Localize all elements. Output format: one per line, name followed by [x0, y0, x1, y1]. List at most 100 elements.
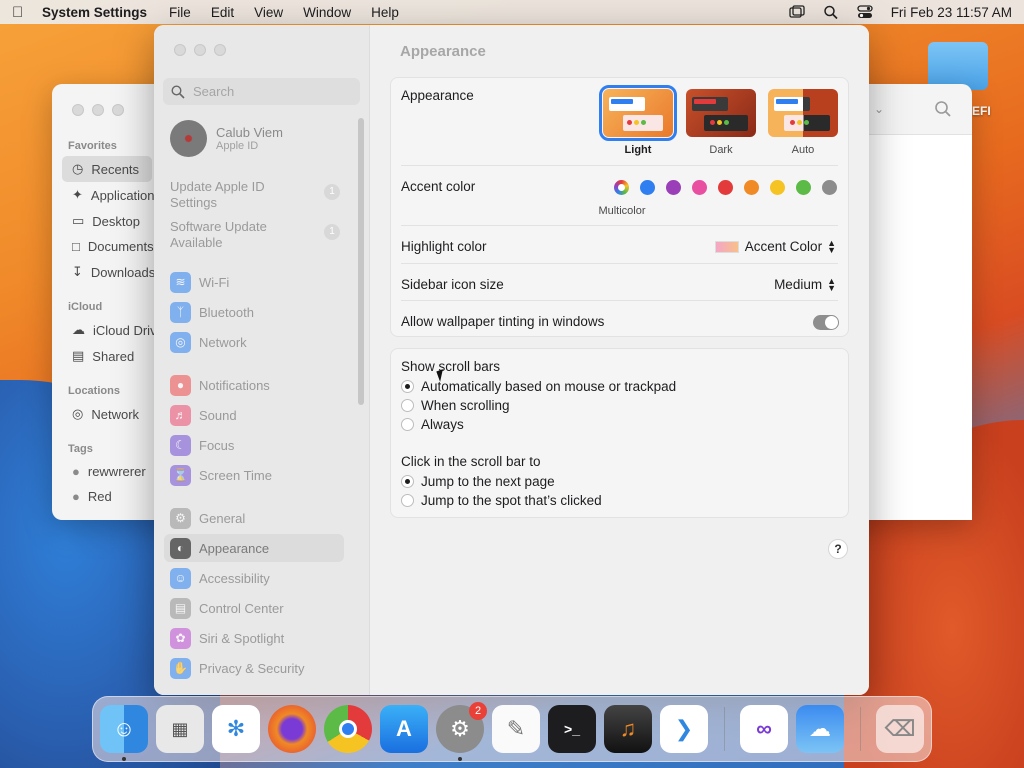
accent-pink-swatch[interactable]	[692, 180, 707, 195]
scroll-option-when-scrolling[interactable]: When scrolling	[401, 398, 838, 413]
finder-item-documents[interactable]: □ Documents	[52, 234, 162, 259]
radio-selected[interactable]	[401, 380, 414, 393]
menu-help[interactable]: Help	[371, 5, 399, 20]
software-update-item[interactable]: Software Update Available 1	[170, 219, 340, 251]
weather-dock-icon[interactable]: ☁	[796, 705, 844, 753]
finder-item-applications[interactable]: ✦ Applications	[52, 182, 162, 208]
accent-yellow-swatch[interactable]	[770, 180, 785, 195]
control-center-icon[interactable]	[857, 5, 873, 19]
close-button[interactable]	[72, 104, 84, 116]
highlight-color-popup[interactable]: Accent Color ▲ ▼	[714, 238, 836, 254]
dark-mode-thumbnail[interactable]	[686, 89, 756, 137]
sidebar-item-accessibility[interactable]: ☺ Accessibility	[164, 564, 344, 592]
sidebar-item-notifications[interactable]: ● Notifications	[164, 371, 344, 399]
safari-dock-icon[interactable]: ✻	[212, 705, 260, 753]
settings-window: Calub Viem Apple ID Update Apple ID Sett…	[154, 25, 869, 695]
chevron-down-icon[interactable]: ⌄	[874, 102, 884, 116]
launchpad-dock-icon[interactable]: ▦	[156, 705, 204, 753]
accent-purple-swatch[interactable]	[666, 180, 681, 195]
search-icon	[171, 84, 185, 99]
firefox-dock-icon[interactable]	[268, 705, 316, 753]
running-indicator	[122, 757, 126, 761]
app-store-dock-icon[interactable]: A	[380, 705, 428, 753]
visual-studio-dock-icon[interactable]: ∞	[740, 705, 788, 753]
finder-item-network[interactable]: ◎ Network	[52, 401, 162, 427]
terminal-dock-icon[interactable]: >_	[548, 705, 596, 753]
menu-edit[interactable]: Edit	[211, 5, 234, 20]
moon-icon: ☾	[170, 434, 191, 456]
click-option-spot-clicked[interactable]: Jump to the spot that’s clicked	[401, 493, 838, 508]
light-mode-thumbnail[interactable]	[599, 85, 677, 141]
click-option-next-page[interactable]: Jump to the next page	[401, 474, 838, 489]
sidebar-item-wifi[interactable]: ≋ Wi-Fi	[164, 268, 344, 296]
sidebar-item-general[interactable]: ⚙ General	[164, 504, 344, 532]
appearance-icon: ◐	[170, 537, 191, 559]
zoom-button[interactable]	[112, 104, 124, 116]
help-button[interactable]: ?	[828, 539, 848, 559]
radio-selected[interactable]	[401, 475, 414, 488]
sidebar-icon-size-popup[interactable]: Medium ▲ ▼	[774, 276, 836, 292]
sidebar-item-bluetooth[interactable]: ᛉ Bluetooth	[164, 298, 344, 326]
menu-app-name[interactable]: System Settings	[42, 5, 147, 20]
auto-mode-thumbnail[interactable]	[768, 89, 838, 137]
finder-item-shared[interactable]: ▤ Shared	[52, 343, 162, 369]
sidebar-item-network[interactable]: ◎ Network	[164, 328, 344, 356]
textedit-dock-icon[interactable]: ✎	[492, 705, 540, 753]
hourglass-icon: ⌛	[170, 464, 191, 486]
screen-mirroring-icon[interactable]	[789, 5, 805, 19]
finder-item-icloud-drive[interactable]: ☁ iCloud Drive	[52, 317, 162, 343]
menu-view[interactable]: View	[254, 5, 283, 20]
sidebar-item-screen-time[interactable]: ⌛ Screen Time	[164, 461, 344, 489]
finder-item-tag-1[interactable]: ● rewwrerer	[52, 459, 162, 484]
sidebar-item-control-center[interactable]: ▤ Control Center	[164, 594, 344, 622]
finder-item-desktop[interactable]: ▭ Desktop	[52, 208, 162, 234]
search-input[interactable]	[193, 84, 353, 99]
vscode-dock-icon[interactable]: ❯	[660, 705, 708, 753]
close-button[interactable]	[174, 44, 186, 56]
radio[interactable]	[401, 418, 414, 431]
zoom-button[interactable]	[214, 44, 226, 56]
finder-item-recents[interactable]: ◷ Recents	[62, 156, 152, 182]
bluetooth-icon: ᛉ	[170, 301, 191, 323]
accent-graphite-swatch[interactable]	[822, 180, 837, 195]
show-scroll-bars-label: Show scroll bars	[401, 359, 501, 374]
applications-icon: ✦	[72, 187, 83, 202]
sidebar-item-privacy-security[interactable]: ✋ Privacy & Security	[164, 654, 344, 682]
scroll-option-always[interactable]: Always	[401, 417, 838, 432]
apple-menu-icon[interactable]: 	[12, 4, 42, 21]
minimize-button[interactable]	[92, 104, 104, 116]
radio[interactable]	[401, 494, 414, 507]
finder-dock-icon[interactable]: ☺	[100, 705, 148, 753]
finder-item-tag-red[interactable]: ● Red	[52, 484, 162, 509]
sidebar-item-sound[interactable]: ♬ Sound	[164, 401, 344, 429]
search-icon[interactable]	[934, 100, 952, 118]
accent-orange-swatch[interactable]	[744, 180, 759, 195]
radio[interactable]	[401, 399, 414, 412]
hand-icon: ✋	[170, 657, 191, 679]
accent-red-swatch[interactable]	[718, 180, 733, 195]
click-scroll-bar-label: Click in the scroll bar to	[401, 454, 541, 469]
sidebar-item-focus[interactable]: ☾ Focus	[164, 431, 344, 459]
accent-blue-swatch[interactable]	[640, 180, 655, 195]
finder-item-downloads[interactable]: ↧ Downloads	[52, 259, 162, 285]
spotlight-search-icon[interactable]	[823, 5, 839, 19]
desktop-folder-icon[interactable]	[928, 42, 988, 90]
sidebar-scrollbar[interactable]	[358, 118, 364, 405]
menu-clock[interactable]: Fri Feb 23 11:57 AM	[891, 5, 1012, 20]
apple-id-profile[interactable]: Calub Viem Apple ID	[170, 120, 283, 157]
minimize-button[interactable]	[194, 44, 206, 56]
accent-green-swatch[interactable]	[796, 180, 811, 195]
menu-file[interactable]: File	[169, 5, 191, 20]
accent-multicolor-swatch[interactable]	[614, 180, 629, 195]
scroll-option-automatic[interactable]: Automatically based on mouse or trackpad	[401, 379, 838, 394]
wallpaper-tinting-toggle[interactable]	[813, 315, 839, 330]
dock-divider	[724, 707, 725, 751]
search-field[interactable]	[163, 78, 360, 105]
chrome-dock-icon[interactable]	[324, 705, 372, 753]
trash-dock-icon[interactable]: ⌫	[876, 705, 924, 753]
menu-window[interactable]: Window	[303, 5, 351, 20]
sidebar-item-siri-spotlight[interactable]: ✿ Siri & Spotlight	[164, 624, 344, 652]
garageband-dock-icon[interactable]: ♫	[604, 705, 652, 753]
update-apple-id-item[interactable]: Update Apple ID Settings 1	[170, 179, 340, 211]
sidebar-item-appearance[interactable]: ◐ Appearance	[164, 534, 344, 562]
